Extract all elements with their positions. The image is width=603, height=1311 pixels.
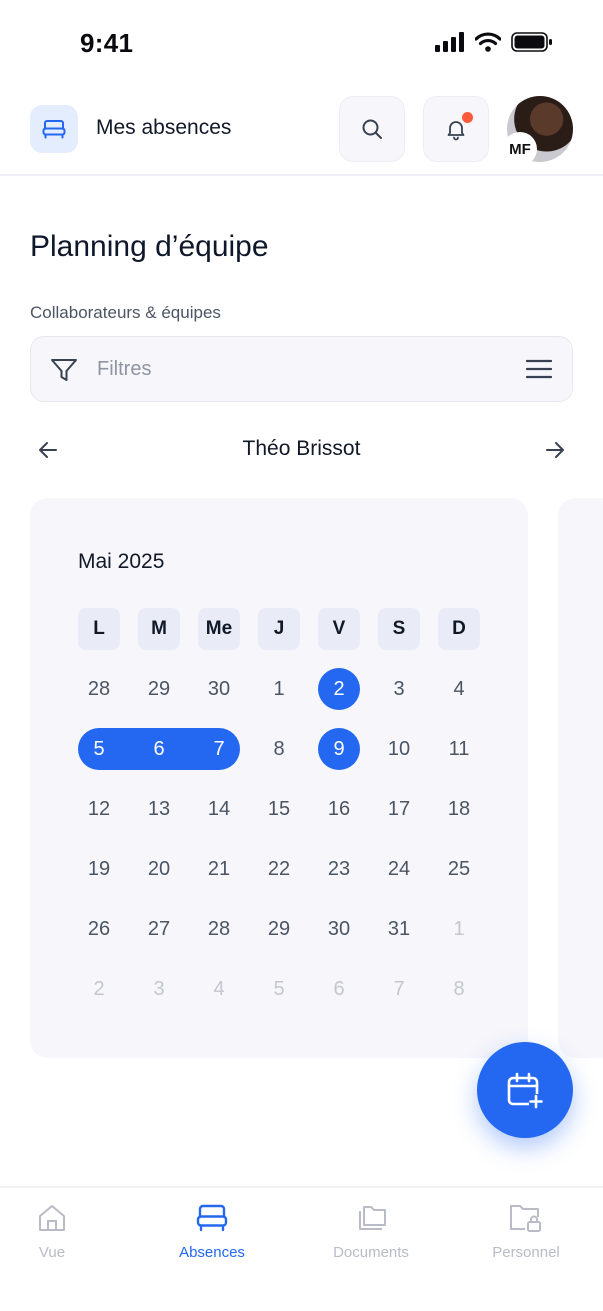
calendar-day[interactable]: 5 [258,968,300,1010]
calendar-day[interactable]: 1 [258,668,300,710]
tab-personnel[interactable]: Personnel [483,1188,569,1278]
calendar-day-selected[interactable]: 9 [318,728,360,770]
weekday-label: Me [198,608,240,650]
calendar-day[interactable]: 4 [438,668,480,710]
page-title: Planning d’équipe [30,230,269,263]
calendar-day[interactable]: 18 [438,788,480,830]
avatar-initials: MF [503,132,537,166]
calendar-weekdays: L M Me J V S D [78,608,480,650]
calendar-day[interactable]: 31 [378,908,420,950]
tab-bar: Vue Absences Documents Personnel [0,1186,603,1311]
search-icon [362,119,382,139]
calendar-grid: 28 29 30 1 2 3 4 5 6 7 8 9 10 11 12 13 14 15 16 17 18 19 20 21 2… [78,668,480,1010]
cellular-signal-icon [435,32,464,52]
tab-label: Documents [333,1244,409,1261]
calendar-day[interactable]: 30 [198,668,240,710]
calendar-day-selected[interactable]: 5 [78,728,120,770]
wifi-icon [475,32,501,52]
folder-lock-icon [508,1200,544,1236]
calendar-day[interactable]: 25 [438,848,480,890]
filter-label: Collaborateurs & équipes [30,303,221,322]
calendar-day[interactable]: 7 [378,968,420,1010]
tab-vue[interactable]: Vue [20,1188,84,1278]
calendar-day[interactable]: 12 [78,788,120,830]
calendar-month: Mai 2025 [78,550,165,573]
calendar-day[interactable]: 15 [258,788,300,830]
add-absence-button[interactable] [477,1042,573,1138]
calendar-day[interactable]: 13 [138,788,180,830]
calendar-day[interactable]: 20 [138,848,180,890]
arrow-right-icon[interactable] [543,438,567,462]
status-bar: 9:41 [0,0,603,80]
calendar-day[interactable]: 3 [378,668,420,710]
calendar-day[interactable]: 4 [198,968,240,1010]
weekday-label: L [78,608,120,650]
calendar-plus-icon [507,1072,543,1109]
menu-icon[interactable] [526,359,552,379]
calendar-day[interactable]: 10 [378,728,420,770]
calendar-day[interactable]: 3 [138,968,180,1010]
calendar-day[interactable]: 8 [438,968,480,1010]
tab-absences[interactable]: Absences [162,1188,262,1278]
folders-icon [354,1200,388,1236]
status-icons [435,32,553,52]
weekday-label: D [438,608,480,650]
calendar-day[interactable]: 28 [198,908,240,950]
calendar-day-selected[interactable]: 2 [318,668,360,710]
app-title: Mes absences [96,116,232,139]
next-calendar-card[interactable] [558,498,603,1058]
filter-icon [51,359,77,381]
calendar-day[interactable]: 21 [198,848,240,890]
home-icon [36,1200,68,1236]
calendar-day[interactable]: 29 [138,668,180,710]
filter-field[interactable]: Filtres [30,336,573,402]
tab-label: Vue [38,1244,66,1261]
calendar-day[interactable]: 19 [78,848,120,890]
calendar-day[interactable]: 8 [258,728,300,770]
calendar-day[interactable]: 22 [258,848,300,890]
calendar-day-selected[interactable]: 7 [198,728,240,770]
bed-icon [30,105,78,153]
calendar-day[interactable]: 29 [258,908,300,950]
calendar-day[interactable]: 2 [78,968,120,1010]
calendar-day[interactable]: 23 [318,848,360,890]
weekday-label: J [258,608,300,650]
notification-dot [462,112,473,123]
calendar-day[interactable]: 14 [198,788,240,830]
calendar-day[interactable]: 11 [438,728,480,770]
battery-icon [511,32,552,52]
calendar-day-selected[interactable]: 6 [138,728,180,770]
calendar-day[interactable]: 1 [438,908,480,950]
weekday-label: M [138,608,180,650]
notifications-button[interactable] [423,96,489,162]
status-time: 9:41 [80,28,134,58]
app-header: Mes absences MF [0,80,603,176]
calendar-day[interactable]: 27 [138,908,180,950]
calendar-day[interactable]: 6 [318,968,360,1010]
weekday-label: V [318,608,360,650]
calendar-card: Mai 2025 L M Me J V S D 28 29 30 1 2 3 4 5 6 7 8 9 10 11 12 1… [30,498,528,1058]
tab-label: Personnel [492,1244,560,1261]
tab-documents[interactable]: Documents [321,1188,421,1278]
person-name: Théo Brissot [242,437,361,460]
calendar-day[interactable]: 28 [78,668,120,710]
calendar-day[interactable]: 17 [378,788,420,830]
calendar-day[interactable]: 30 [318,908,360,950]
tab-label: Absences [179,1244,245,1261]
weekday-label: S [378,608,420,650]
search-button[interactable] [339,96,405,162]
calendar-day[interactable]: 16 [318,788,360,830]
bed-icon [196,1200,228,1236]
calendar-day[interactable]: 26 [78,908,120,950]
filter-placeholder: Filtres [97,358,152,380]
calendar-day[interactable]: 24 [378,848,420,890]
